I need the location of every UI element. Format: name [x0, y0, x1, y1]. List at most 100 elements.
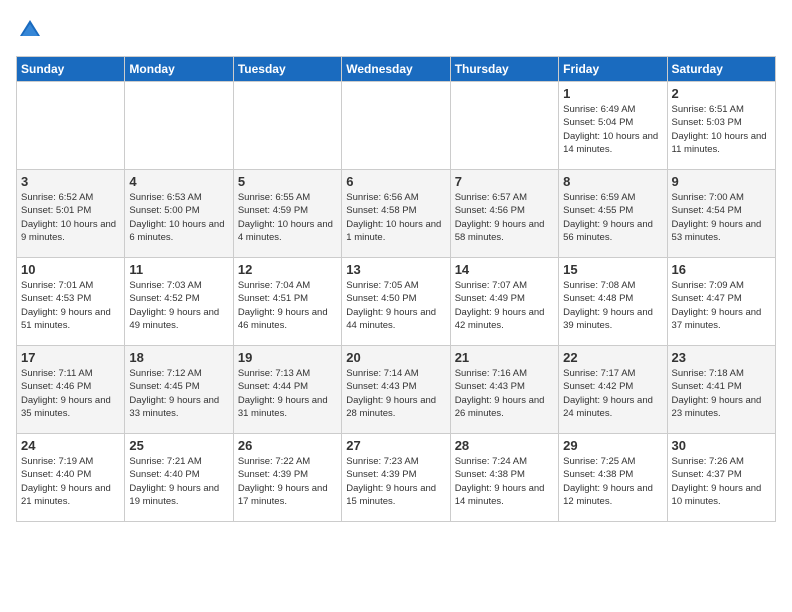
day-info: Sunrise: 7:09 AM Sunset: 4:47 PM Dayligh…: [672, 279, 771, 332]
day-info: Sunrise: 7:26 AM Sunset: 4:37 PM Dayligh…: [672, 455, 771, 508]
calendar-cell: 28 Sunrise: 7:24 AM Sunset: 4:38 PM Dayli…: [450, 434, 558, 522]
calendar-cell: 10 Sunrise: 7:01 AM Sunset: 4:53 PM Dayli…: [17, 258, 125, 346]
day-info: Sunrise: 6:51 AM Sunset: 5:03 PM Dayligh…: [672, 103, 771, 156]
day-info: Sunrise: 7:17 AM Sunset: 4:42 PM Dayligh…: [563, 367, 662, 420]
calendar-cell: 27Sunrise: 7:23 AM Sunset: 4:39 PM Dayli…: [342, 434, 450, 522]
day-number: 25: [129, 438, 228, 453]
day-number: 1: [563, 86, 662, 101]
day-number: 19: [238, 350, 337, 365]
day-info: Sunrise: 7:08 AM Sunset: 4:48 PM Dayligh…: [563, 279, 662, 332]
day-info: Sunrise: 7:25 AM Sunset: 4:38 PM Dayligh…: [563, 455, 662, 508]
day-number: 17: [21, 350, 120, 365]
calendar-cell: 2 Sunrise: 6:51 AM Sunset: 5:03 PM Daylig…: [667, 82, 775, 170]
calendar-cell: 4 Sunrise: 6:53 AM Sunset: 5:00 PM Daylig…: [125, 170, 233, 258]
calendar-cell: 22 Sunrise: 7:17 AM Sunset: 4:42 PM Dayli…: [559, 346, 667, 434]
calendar-cell: 7Sunrise: 6:57 AM Sunset: 4:56 PM Daylig…: [450, 170, 558, 258]
day-number: 26: [238, 438, 337, 453]
day-info: Sunrise: 7:21 AM Sunset: 4:40 PM Dayligh…: [129, 455, 228, 508]
calendar-week-row: 17Sunrise: 7:11 AM Sunset: 4:46 PM Dayli…: [17, 346, 776, 434]
calendar-cell: 14Sunrise: 7:07 AM Sunset: 4:49 PM Dayli…: [450, 258, 558, 346]
logo-icon: [16, 16, 44, 44]
calendar-cell: 11Sunrise: 7:03 AM Sunset: 4:52 PM Dayli…: [125, 258, 233, 346]
calendar-cell: [450, 82, 558, 170]
calendar-cell: 16 Sunrise: 7:09 AM Sunset: 4:47 PM Dayli…: [667, 258, 775, 346]
calendar-cell: 15Sunrise: 7:08 AM Sunset: 4:48 PM Dayli…: [559, 258, 667, 346]
day-header-tuesday: Tuesday: [233, 57, 341, 82]
day-number: 23: [672, 350, 771, 365]
day-number: 24: [21, 438, 120, 453]
calendar-cell: 3 Sunrise: 6:52 AM Sunset: 5:01 PM Daylig…: [17, 170, 125, 258]
day-info: Sunrise: 7:16 AM Sunset: 4:43 PM Dayligh…: [455, 367, 554, 420]
day-info: Sunrise: 7:24 AM Sunset: 4:38 PM Dayligh…: [455, 455, 554, 508]
calendar-cell: 29 Sunrise: 7:25 AM Sunset: 4:38 PM Dayli…: [559, 434, 667, 522]
day-number: 18: [129, 350, 228, 365]
calendar-cell: 21 Sunrise: 7:16 AM Sunset: 4:43 PM Dayli…: [450, 346, 558, 434]
calendar-cell: 5Sunrise: 6:55 AM Sunset: 4:59 PM Daylig…: [233, 170, 341, 258]
day-number: 2: [672, 86, 771, 101]
calendar-cell: 20Sunrise: 7:14 AM Sunset: 4:43 PM Dayli…: [342, 346, 450, 434]
day-info: Sunrise: 7:00 AM Sunset: 4:54 PM Dayligh…: [672, 191, 771, 244]
day-number: 13: [346, 262, 445, 277]
day-info: Sunrise: 7:04 AM Sunset: 4:51 PM Dayligh…: [238, 279, 337, 332]
calendar-week-row: 3 Sunrise: 6:52 AM Sunset: 5:01 PM Daylig…: [17, 170, 776, 258]
day-number: 21: [455, 350, 554, 365]
day-number: 3: [21, 174, 120, 189]
day-number: 20: [346, 350, 445, 365]
day-number: 8: [563, 174, 662, 189]
day-number: 22: [563, 350, 662, 365]
calendar-cell: 18 Sunrise: 7:12 AM Sunset: 4:45 PM Dayli…: [125, 346, 233, 434]
calendar-cell: 24 Sunrise: 7:19 AM Sunset: 4:40 PM Dayli…: [17, 434, 125, 522]
calendar-table: SundayMondayTuesdayWednesdayThursdayFrid…: [16, 56, 776, 522]
calendar-cell: 23 Sunrise: 7:18 AM Sunset: 4:41 PM Dayli…: [667, 346, 775, 434]
day-number: 29: [563, 438, 662, 453]
day-number: 10: [21, 262, 120, 277]
calendar-cell: 8 Sunrise: 6:59 AM Sunset: 4:55 PM Daylig…: [559, 170, 667, 258]
day-number: 5: [238, 174, 337, 189]
day-info: Sunrise: 7:23 AM Sunset: 4:39 PM Dayligh…: [346, 455, 445, 508]
calendar-cell: [125, 82, 233, 170]
day-info: Sunrise: 7:19 AM Sunset: 4:40 PM Dayligh…: [21, 455, 120, 508]
day-number: 14: [455, 262, 554, 277]
calendar-cell: [342, 82, 450, 170]
day-header-monday: Monday: [125, 57, 233, 82]
calendar-week-row: 1 Sunrise: 6:49 AM Sunset: 5:04 PM Daylig…: [17, 82, 776, 170]
calendar-cell: [233, 82, 341, 170]
calendar-week-row: 24 Sunrise: 7:19 AM Sunset: 4:40 PM Dayli…: [17, 434, 776, 522]
calendar-cell: 6 Sunrise: 6:56 AM Sunset: 4:58 PM Daylig…: [342, 170, 450, 258]
calendar-cell: [17, 82, 125, 170]
logo: [16, 16, 48, 44]
day-info: Sunrise: 6:52 AM Sunset: 5:01 PM Dayligh…: [21, 191, 120, 244]
day-header-thursday: Thursday: [450, 57, 558, 82]
day-info: Sunrise: 7:18 AM Sunset: 4:41 PM Dayligh…: [672, 367, 771, 420]
day-header-friday: Friday: [559, 57, 667, 82]
calendar-week-row: 10 Sunrise: 7:01 AM Sunset: 4:53 PM Dayli…: [17, 258, 776, 346]
page-header: [16, 16, 776, 44]
calendar-cell: 19Sunrise: 7:13 AM Sunset: 4:44 PM Dayli…: [233, 346, 341, 434]
day-number: 4: [129, 174, 228, 189]
calendar-cell: 12Sunrise: 7:04 AM Sunset: 4:51 PM Dayli…: [233, 258, 341, 346]
calendar-cell: 26 Sunrise: 7:22 AM Sunset: 4:39 PM Dayli…: [233, 434, 341, 522]
day-info: Sunrise: 6:49 AM Sunset: 5:04 PM Dayligh…: [563, 103, 662, 156]
day-header-wednesday: Wednesday: [342, 57, 450, 82]
day-info: Sunrise: 7:22 AM Sunset: 4:39 PM Dayligh…: [238, 455, 337, 508]
calendar-cell: 17Sunrise: 7:11 AM Sunset: 4:46 PM Dayli…: [17, 346, 125, 434]
day-info: Sunrise: 6:59 AM Sunset: 4:55 PM Dayligh…: [563, 191, 662, 244]
calendar-cell: 25 Sunrise: 7:21 AM Sunset: 4:40 PM Dayli…: [125, 434, 233, 522]
day-info: Sunrise: 7:12 AM Sunset: 4:45 PM Dayligh…: [129, 367, 228, 420]
day-info: Sunrise: 7:01 AM Sunset: 4:53 PM Dayligh…: [21, 279, 120, 332]
calendar-cell: 30 Sunrise: 7:26 AM Sunset: 4:37 PM Dayli…: [667, 434, 775, 522]
day-info: Sunrise: 6:53 AM Sunset: 5:00 PM Dayligh…: [129, 191, 228, 244]
day-number: 9: [672, 174, 771, 189]
day-info: Sunrise: 6:57 AM Sunset: 4:56 PM Dayligh…: [455, 191, 554, 244]
calendar-header: SundayMondayTuesdayWednesdayThursdayFrid…: [17, 57, 776, 82]
day-number: 16: [672, 262, 771, 277]
day-number: 30: [672, 438, 771, 453]
day-number: 28: [455, 438, 554, 453]
day-info: Sunrise: 6:56 AM Sunset: 4:58 PM Dayligh…: [346, 191, 445, 244]
day-header-saturday: Saturday: [667, 57, 775, 82]
calendar-cell: 1 Sunrise: 6:49 AM Sunset: 5:04 PM Daylig…: [559, 82, 667, 170]
day-header-sunday: Sunday: [17, 57, 125, 82]
day-number: 6: [346, 174, 445, 189]
day-info: Sunrise: 7:03 AM Sunset: 4:52 PM Dayligh…: [129, 279, 228, 332]
calendar-cell: 9 Sunrise: 7:00 AM Sunset: 4:54 PM Daylig…: [667, 170, 775, 258]
